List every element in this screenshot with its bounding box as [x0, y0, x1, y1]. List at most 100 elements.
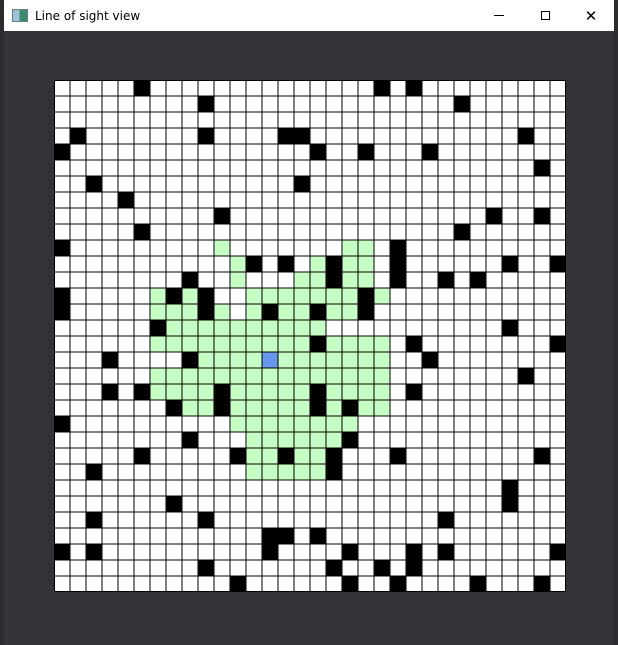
visible-cell[interactable] — [358, 240, 374, 256]
visible-cell[interactable] — [278, 416, 294, 432]
visible-cell[interactable] — [294, 432, 310, 448]
visible-cell[interactable] — [230, 320, 246, 336]
visible-cell[interactable] — [198, 384, 214, 400]
visible-cell[interactable] — [262, 416, 278, 432]
wall-cell[interactable] — [310, 336, 326, 352]
visible-cell[interactable] — [374, 288, 390, 304]
wall-cell[interactable] — [534, 208, 550, 224]
visible-cell[interactable] — [230, 352, 246, 368]
wall-cell[interactable] — [406, 336, 422, 352]
wall-cell[interactable] — [134, 448, 150, 464]
visible-cell[interactable] — [294, 272, 310, 288]
visible-cell[interactable] — [262, 400, 278, 416]
wall-cell[interactable] — [166, 496, 182, 512]
visible-cell[interactable] — [374, 368, 390, 384]
wall-cell[interactable] — [406, 560, 422, 576]
wall-cell[interactable] — [54, 240, 70, 256]
visible-cell[interactable] — [278, 320, 294, 336]
wall-cell[interactable] — [486, 208, 502, 224]
wall-cell[interactable] — [54, 144, 70, 160]
wall-cell[interactable] — [294, 128, 310, 144]
visible-cell[interactable] — [230, 336, 246, 352]
visible-cell[interactable] — [310, 432, 326, 448]
wall-cell[interactable] — [86, 176, 102, 192]
visible-cell[interactable] — [310, 352, 326, 368]
wall-cell[interactable] — [294, 176, 310, 192]
visible-cell[interactable] — [310, 272, 326, 288]
wall-cell[interactable] — [54, 304, 70, 320]
wall-cell[interactable] — [406, 384, 422, 400]
visible-cell[interactable] — [294, 368, 310, 384]
wall-cell[interactable] — [326, 256, 342, 272]
wall-cell[interactable] — [198, 96, 214, 112]
wall-cell[interactable] — [166, 288, 182, 304]
visible-cell[interactable] — [326, 288, 342, 304]
wall-cell[interactable] — [166, 400, 182, 416]
visible-cell[interactable] — [342, 384, 358, 400]
visible-cell[interactable] — [358, 400, 374, 416]
wall-cell[interactable] — [198, 512, 214, 528]
wall-cell[interactable] — [550, 336, 566, 352]
wall-cell[interactable] — [310, 384, 326, 400]
visible-cell[interactable] — [294, 320, 310, 336]
visible-cell[interactable] — [230, 272, 246, 288]
visible-cell[interactable] — [182, 336, 198, 352]
visible-cell[interactable] — [278, 464, 294, 480]
visible-cell[interactable] — [246, 416, 262, 432]
visible-cell[interactable] — [166, 384, 182, 400]
wall-cell[interactable] — [198, 288, 214, 304]
visible-cell[interactable] — [278, 288, 294, 304]
wall-cell[interactable] — [390, 576, 406, 592]
visible-cell[interactable] — [230, 256, 246, 272]
visible-cell[interactable] — [278, 432, 294, 448]
minimize-button[interactable] — [476, 0, 522, 31]
visible-cell[interactable] — [326, 432, 342, 448]
wall-cell[interactable] — [102, 384, 118, 400]
visible-cell[interactable] — [326, 384, 342, 400]
wall-cell[interactable] — [358, 304, 374, 320]
close-button[interactable]: ✕ — [568, 0, 614, 31]
wall-cell[interactable] — [134, 384, 150, 400]
wall-cell[interactable] — [502, 480, 518, 496]
wall-cell[interactable] — [342, 544, 358, 560]
title-bar[interactable]: Line of sight view ✕ — [4, 0, 614, 31]
wall-cell[interactable] — [374, 560, 390, 576]
wall-cell[interactable] — [86, 544, 102, 560]
wall-cell[interactable] — [182, 432, 198, 448]
visible-cell[interactable] — [326, 400, 342, 416]
visible-cell[interactable] — [198, 336, 214, 352]
wall-cell[interactable] — [278, 448, 294, 464]
wall-cell[interactable] — [326, 448, 342, 464]
visible-cell[interactable] — [294, 448, 310, 464]
visible-cell[interactable] — [278, 304, 294, 320]
wall-cell[interactable] — [534, 448, 550, 464]
wall-cell[interactable] — [246, 256, 262, 272]
wall-cell[interactable] — [358, 288, 374, 304]
visible-cell[interactable] — [342, 368, 358, 384]
visible-cell[interactable] — [326, 304, 342, 320]
wall-cell[interactable] — [390, 448, 406, 464]
viewer-cell[interactable] — [262, 352, 278, 368]
visible-cell[interactable] — [166, 336, 182, 352]
visible-cell[interactable] — [166, 304, 182, 320]
wall-cell[interactable] — [214, 400, 230, 416]
visible-cell[interactable] — [294, 384, 310, 400]
visible-cell[interactable] — [358, 256, 374, 272]
visible-cell[interactable] — [246, 432, 262, 448]
visible-cell[interactable] — [166, 320, 182, 336]
wall-cell[interactable] — [326, 464, 342, 480]
visible-cell[interactable] — [278, 384, 294, 400]
wall-cell[interactable] — [134, 224, 150, 240]
visible-cell[interactable] — [230, 416, 246, 432]
visible-cell[interactable] — [310, 320, 326, 336]
wall-cell[interactable] — [550, 256, 566, 272]
wall-cell[interactable] — [278, 256, 294, 272]
visible-cell[interactable] — [374, 400, 390, 416]
wall-cell[interactable] — [470, 272, 486, 288]
visible-cell[interactable] — [310, 416, 326, 432]
visible-cell[interactable] — [150, 384, 166, 400]
visible-cell[interactable] — [150, 368, 166, 384]
wall-cell[interactable] — [198, 304, 214, 320]
wall-cell[interactable] — [262, 304, 278, 320]
visible-cell[interactable] — [182, 400, 198, 416]
